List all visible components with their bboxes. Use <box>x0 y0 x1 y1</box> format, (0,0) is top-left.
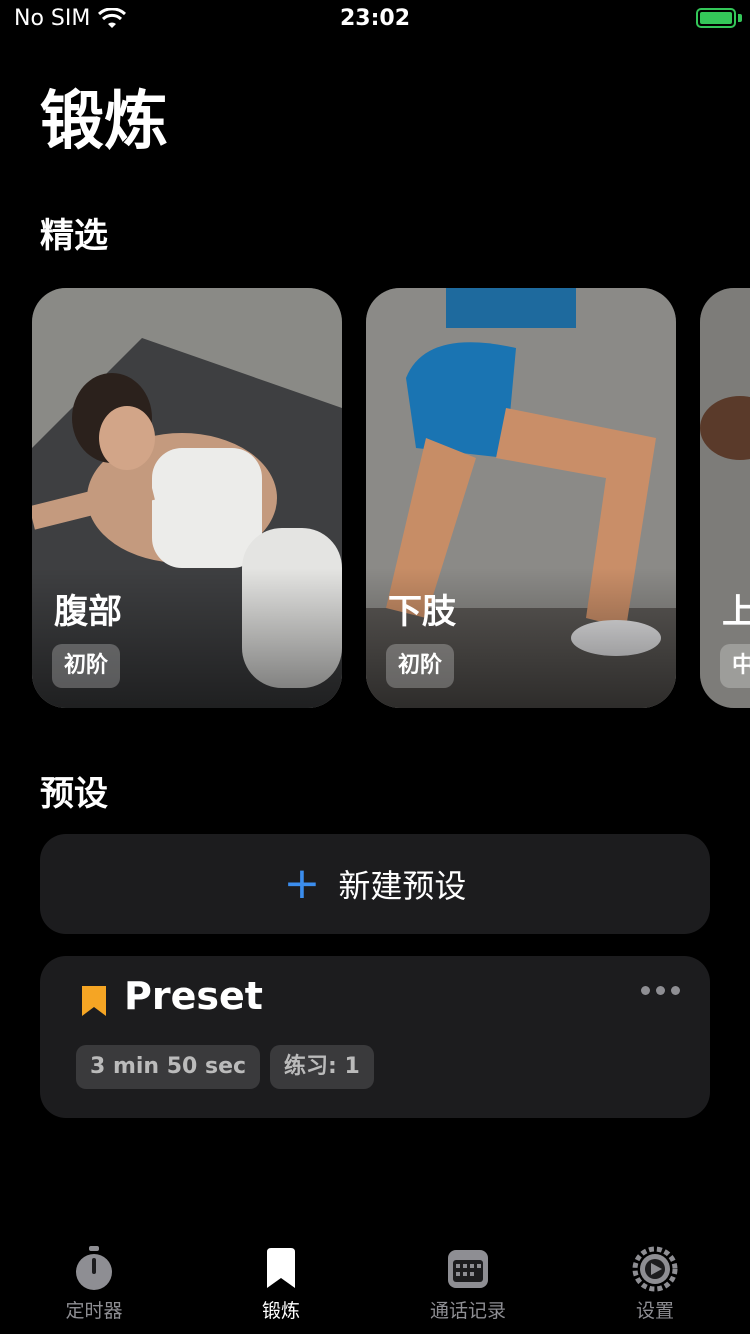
duration-chip: 3 min 50 sec <box>76 1045 261 1089</box>
preset-card[interactable]: Preset 3 min 50 sec 练习: 1 <box>40 956 710 1118</box>
tab-settings[interactable]: 设置 <box>585 1236 725 1323</box>
preset-title: Preset <box>124 974 263 1018</box>
level-badge: 初阶 <box>386 644 455 688</box>
battery-tip <box>738 14 742 22</box>
tab-timer[interactable]: 定时器 <box>24 1236 164 1323</box>
featured-card-upper[interactable]: 上 中 <box>700 288 750 708</box>
new-preset-button[interactable]: + 新建预设 <box>40 834 710 934</box>
tab-label: 设置 <box>635 1300 674 1322</box>
new-preset-label: 新建预设 <box>338 867 467 905</box>
battery-icon <box>696 8 736 28</box>
tab-label: 锻炼 <box>261 1300 300 1322</box>
exercise-count-chip: 练习: 1 <box>270 1045 374 1089</box>
level-badge: 中 <box>720 644 750 688</box>
tab-workout[interactable]: 锻炼 <box>211 1236 351 1323</box>
page-title: 锻炼 <box>40 85 168 159</box>
bookmark-icon <box>267 1248 295 1288</box>
tab-label: 定时器 <box>65 1300 123 1322</box>
status-time: 23:02 <box>339 6 411 31</box>
calendar-icon <box>448 1250 488 1288</box>
tab-call-log[interactable]: 通话记录 <box>398 1236 538 1323</box>
featured-carousel[interactable]: 腹部 初阶 下肢 初阶 上 中 <box>32 288 750 708</box>
bookmark-icon <box>82 986 106 1016</box>
tab-label: 通话记录 <box>429 1300 506 1322</box>
stopwatch-icon <box>76 1246 112 1290</box>
card-label: 下肢 <box>388 592 456 632</box>
featured-card-legs[interactable]: 下肢 初阶 <box>366 288 676 708</box>
gear-icon <box>632 1246 678 1292</box>
status-bar: No SIM 23:02 <box>0 0 750 40</box>
presets-heading: 预设 <box>40 774 108 814</box>
plus-icon: + <box>283 858 321 909</box>
tab-bar: 定时器 锻炼 通话记录 设置 <box>0 1236 750 1334</box>
card-label: 上 <box>722 592 750 632</box>
more-options-icon[interactable] <box>641 986 680 995</box>
card-label: 腹部 <box>54 592 122 632</box>
featured-card-abs[interactable]: 腹部 初阶 <box>32 288 342 708</box>
featured-heading: 精选 <box>40 216 108 256</box>
level-badge: 初阶 <box>52 644 121 688</box>
